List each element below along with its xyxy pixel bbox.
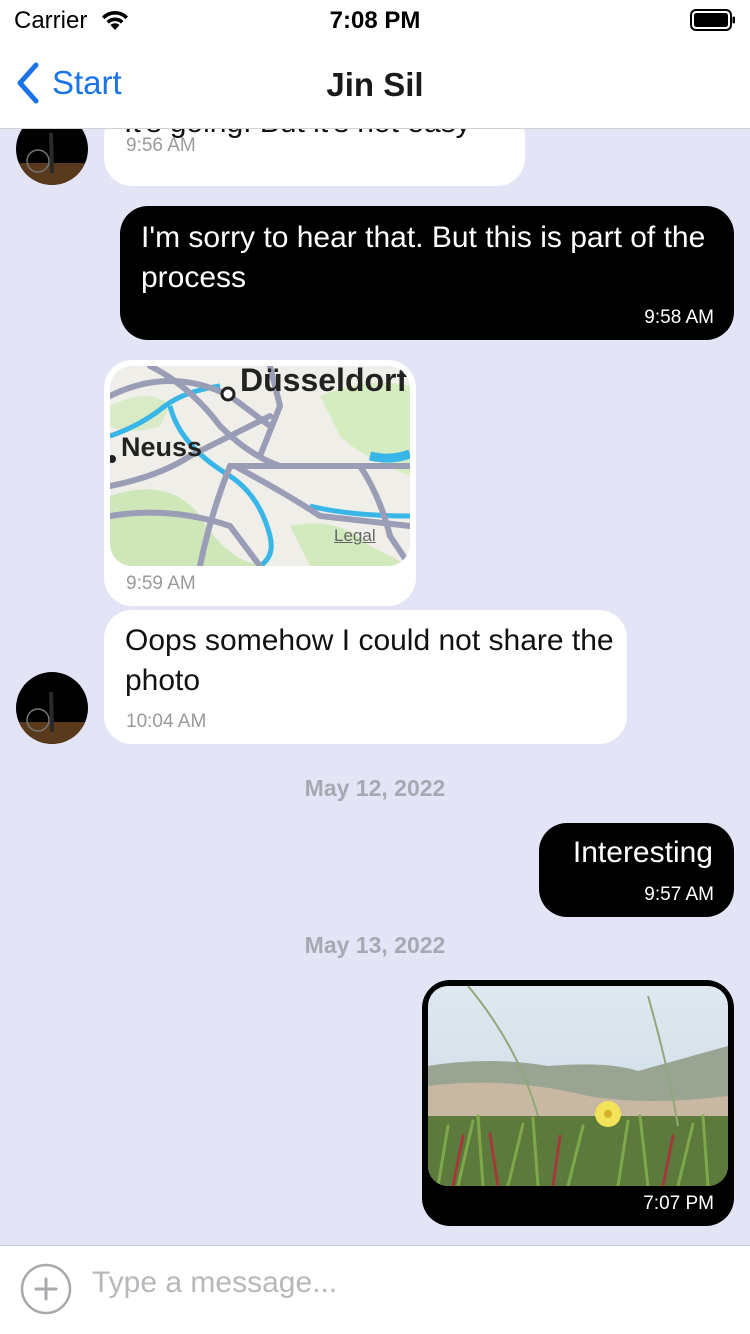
- image-message-bubble[interactable]: 7:07 PM: [422, 980, 734, 1226]
- conversation-title: Jin Sil: [326, 66, 424, 103]
- photo-image: [428, 986, 728, 1186]
- message-time: 9:56 AM: [126, 135, 196, 156]
- message-list[interactable]: It's going. But it's not easy 9:56 AM I'…: [0, 129, 750, 1245]
- message-text: I'm sorry to hear that. But this is part…: [141, 221, 706, 294]
- navigation-bar: Start Jin Sil: [0, 40, 750, 129]
- map-legal-link[interactable]: Legal: [334, 526, 376, 546]
- map-thumbnail[interactable]: Düsseldorf Neuss Legal: [110, 366, 410, 566]
- message-bubble-incoming[interactable]: It's going. But it's not easy 9:56 AM: [104, 129, 525, 186]
- date-separator: May 13, 2022: [304, 932, 446, 958]
- location-message-bubble[interactable]: Düsseldorf Neuss Legal 9:59 AM: [104, 360, 416, 606]
- message-input[interactable]: [92, 1260, 732, 1306]
- contact-avatar[interactable]: [16, 129, 88, 185]
- contact-avatar[interactable]: [16, 672, 88, 744]
- status-bar: Carrier 7:08 PM: [0, 0, 750, 40]
- message-bubble-outgoing[interactable]: Interesting 9:57 AM: [539, 823, 734, 917]
- date-separator: May 12, 2022: [304, 775, 446, 801]
- map-city-label: Neuss: [121, 432, 203, 462]
- status-time: 7:08 PM: [329, 7, 421, 34]
- message-time: 9:57 AM: [644, 884, 714, 905]
- message-text: Oops somehow I could not share the photo: [125, 624, 614, 697]
- message-time: 7:07 PM: [643, 1193, 714, 1214]
- map-city-label: Düsseldorf: [240, 366, 408, 398]
- message-bubble-incoming[interactable]: Oops somehow I could not share the photo…: [104, 610, 627, 744]
- message-text: Interesting: [572, 836, 713, 869]
- message-time: 10:04 AM: [126, 711, 207, 732]
- message-time: 9:58 AM: [644, 307, 714, 328]
- shared-photo[interactable]: [428, 986, 728, 1186]
- message-bubble-outgoing[interactable]: I'm sorry to hear that. But this is part…: [120, 206, 734, 340]
- message-time: 9:59 AM: [126, 573, 196, 594]
- battery-full-icon: [690, 9, 735, 31]
- message-composer: [0, 1245, 750, 1334]
- plus-circle-icon[interactable]: [20, 1263, 72, 1315]
